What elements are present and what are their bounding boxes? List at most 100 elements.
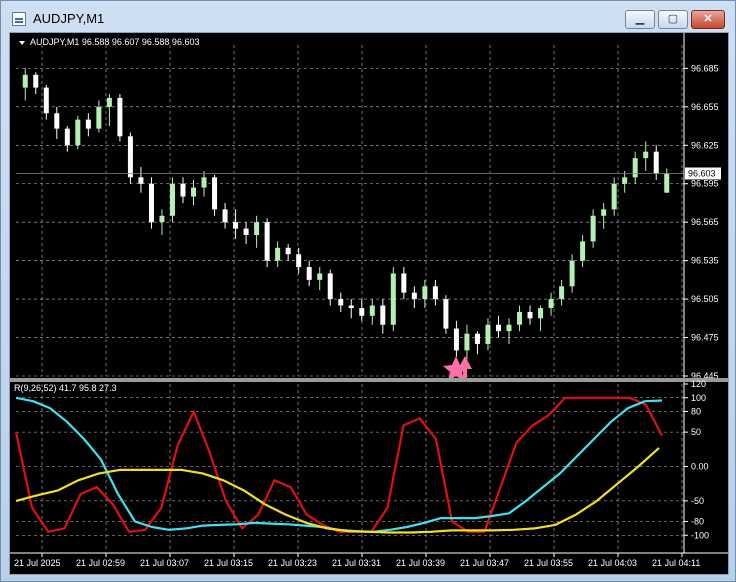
indicator-tick-label: -80 [691,517,704,527]
candle-body [411,292,417,300]
candle-body [538,308,544,319]
candle-body [664,173,670,193]
indicator-tick-label: 80 [691,407,701,417]
candle-body [443,299,449,329]
candle-body [390,273,396,325]
title-bar[interactable]: AUDJPY,M1 ▁ ▢ ✕ [1,1,735,33]
indicator-tick-label: -100 [691,530,709,540]
candle-body [422,286,428,300]
candle-body [506,324,512,332]
candle-body [222,209,228,223]
candle-body [85,119,91,129]
collapse-triangle-icon[interactable] [19,41,25,45]
time-tick-label: 21 Jul 03:23 [268,558,317,568]
time-tick-label: 21 Jul 2025 [14,558,61,568]
time-tick-label: 21 Jul 03:55 [524,558,573,568]
candle-body [590,215,596,242]
candle-body [632,158,638,178]
maximize-button[interactable]: ▢ [658,10,688,29]
symbol-info: AUDJPY,M1 96.588 96.607 96.588 96.603 [30,37,199,47]
candle-body [148,183,154,223]
candle-body [22,74,28,88]
price-tick-label: 96.685 [691,63,719,73]
candle-body [527,311,533,319]
candle-body [64,128,70,146]
candle-body [264,222,270,261]
current-price-label: 96.603 [688,168,716,178]
candle-body [96,106,102,129]
candle-body [180,183,186,197]
candle-body [106,97,112,107]
candle-body [464,333,470,351]
price-tick-label: 96.595 [691,179,719,189]
candle-body [569,260,575,287]
candle-body [233,222,239,229]
candle-body [159,215,165,223]
candle-body [243,228,249,236]
time-tick-label: 21 Jul 04:11 [652,558,700,568]
candle-body [75,119,81,146]
panel-separator[interactable] [10,378,728,382]
candle-body [296,254,302,268]
price-tick-label: 96.565 [691,217,719,227]
indicator-tick-label: 0.00 [691,462,709,472]
chart-window-icon [12,12,26,26]
minimize-button[interactable]: ▁ [625,10,655,29]
candle-body [317,273,323,280]
candle-body [548,299,554,309]
candle-body [474,333,480,344]
chart-area[interactable]: 96.685 96.655 96.625 96.595 96.565 96.535 96.5… [9,32,729,575]
candle-body [117,97,123,137]
close-button[interactable]: ✕ [691,10,725,29]
candle-body [622,177,628,184]
candle-body [485,324,491,344]
time-tick-label: 21 Jul 03:47 [460,558,509,568]
candle-body [275,247,281,261]
candle-body [369,305,375,316]
candle-body [285,247,291,255]
indicator-series-r9 [14,396,663,533]
indicator-series-r26 [15,396,663,533]
candle-body [212,177,218,210]
candle-body [611,183,617,210]
indicator-axis: 120 100 80 50 0.00 -50 -80 -100 [683,379,709,553]
candle-body [559,286,565,300]
window-title: AUDJPY,M1 [33,11,105,26]
candle-body [432,286,438,300]
chart-svg[interactable]: 96.685 96.655 96.625 96.595 96.565 96.535 96.5… [10,33,728,574]
candle-body [401,273,407,293]
price-tick-label: 96.655 [691,102,719,112]
time-tick-label: 21 Jul 03:39 [396,558,445,568]
candles [22,68,670,360]
indicator-label: R(9,26,52) 41.7 95.8 27.3 [14,383,117,393]
time-tick-label: 21 Jul 03:31 [332,558,381,568]
chart-window: AUDJPY,M1 ▁ ▢ ✕ 96.685 96.655 96.625 96.595… [0,0,736,582]
candle-body [517,311,523,325]
candle-body [580,241,586,261]
indicator-tick-label: 120 [691,379,706,389]
candle-body [380,305,386,325]
candle-body [191,187,197,197]
price-tick-label: 96.505 [691,294,719,304]
candle-body [601,209,607,216]
candle-body [127,136,133,178]
indicator-tick-label: -50 [691,496,704,506]
candle-body [201,177,207,188]
candle-body [138,177,144,184]
candle-body [33,74,39,88]
candle-body [54,113,60,129]
time-tick-label: 21 Jul 02:59 [76,558,125,568]
candle-body [359,308,365,316]
time-tick-label: 21 Jul 04:03 [588,558,637,568]
indicator-lines [14,396,663,534]
indicator-grid [16,384,684,549]
candle-body [327,273,333,300]
candle-body [254,222,260,236]
candle-body [169,183,175,216]
time-tick-label: 21 Jul 03:15 [204,558,253,568]
candle-body [643,151,649,159]
indicator-tick-label: 50 [691,427,701,437]
time-tick-label: 21 Jul 03:07 [140,558,189,568]
price-grid [16,45,684,377]
price-tick-label: 96.475 [691,333,719,343]
